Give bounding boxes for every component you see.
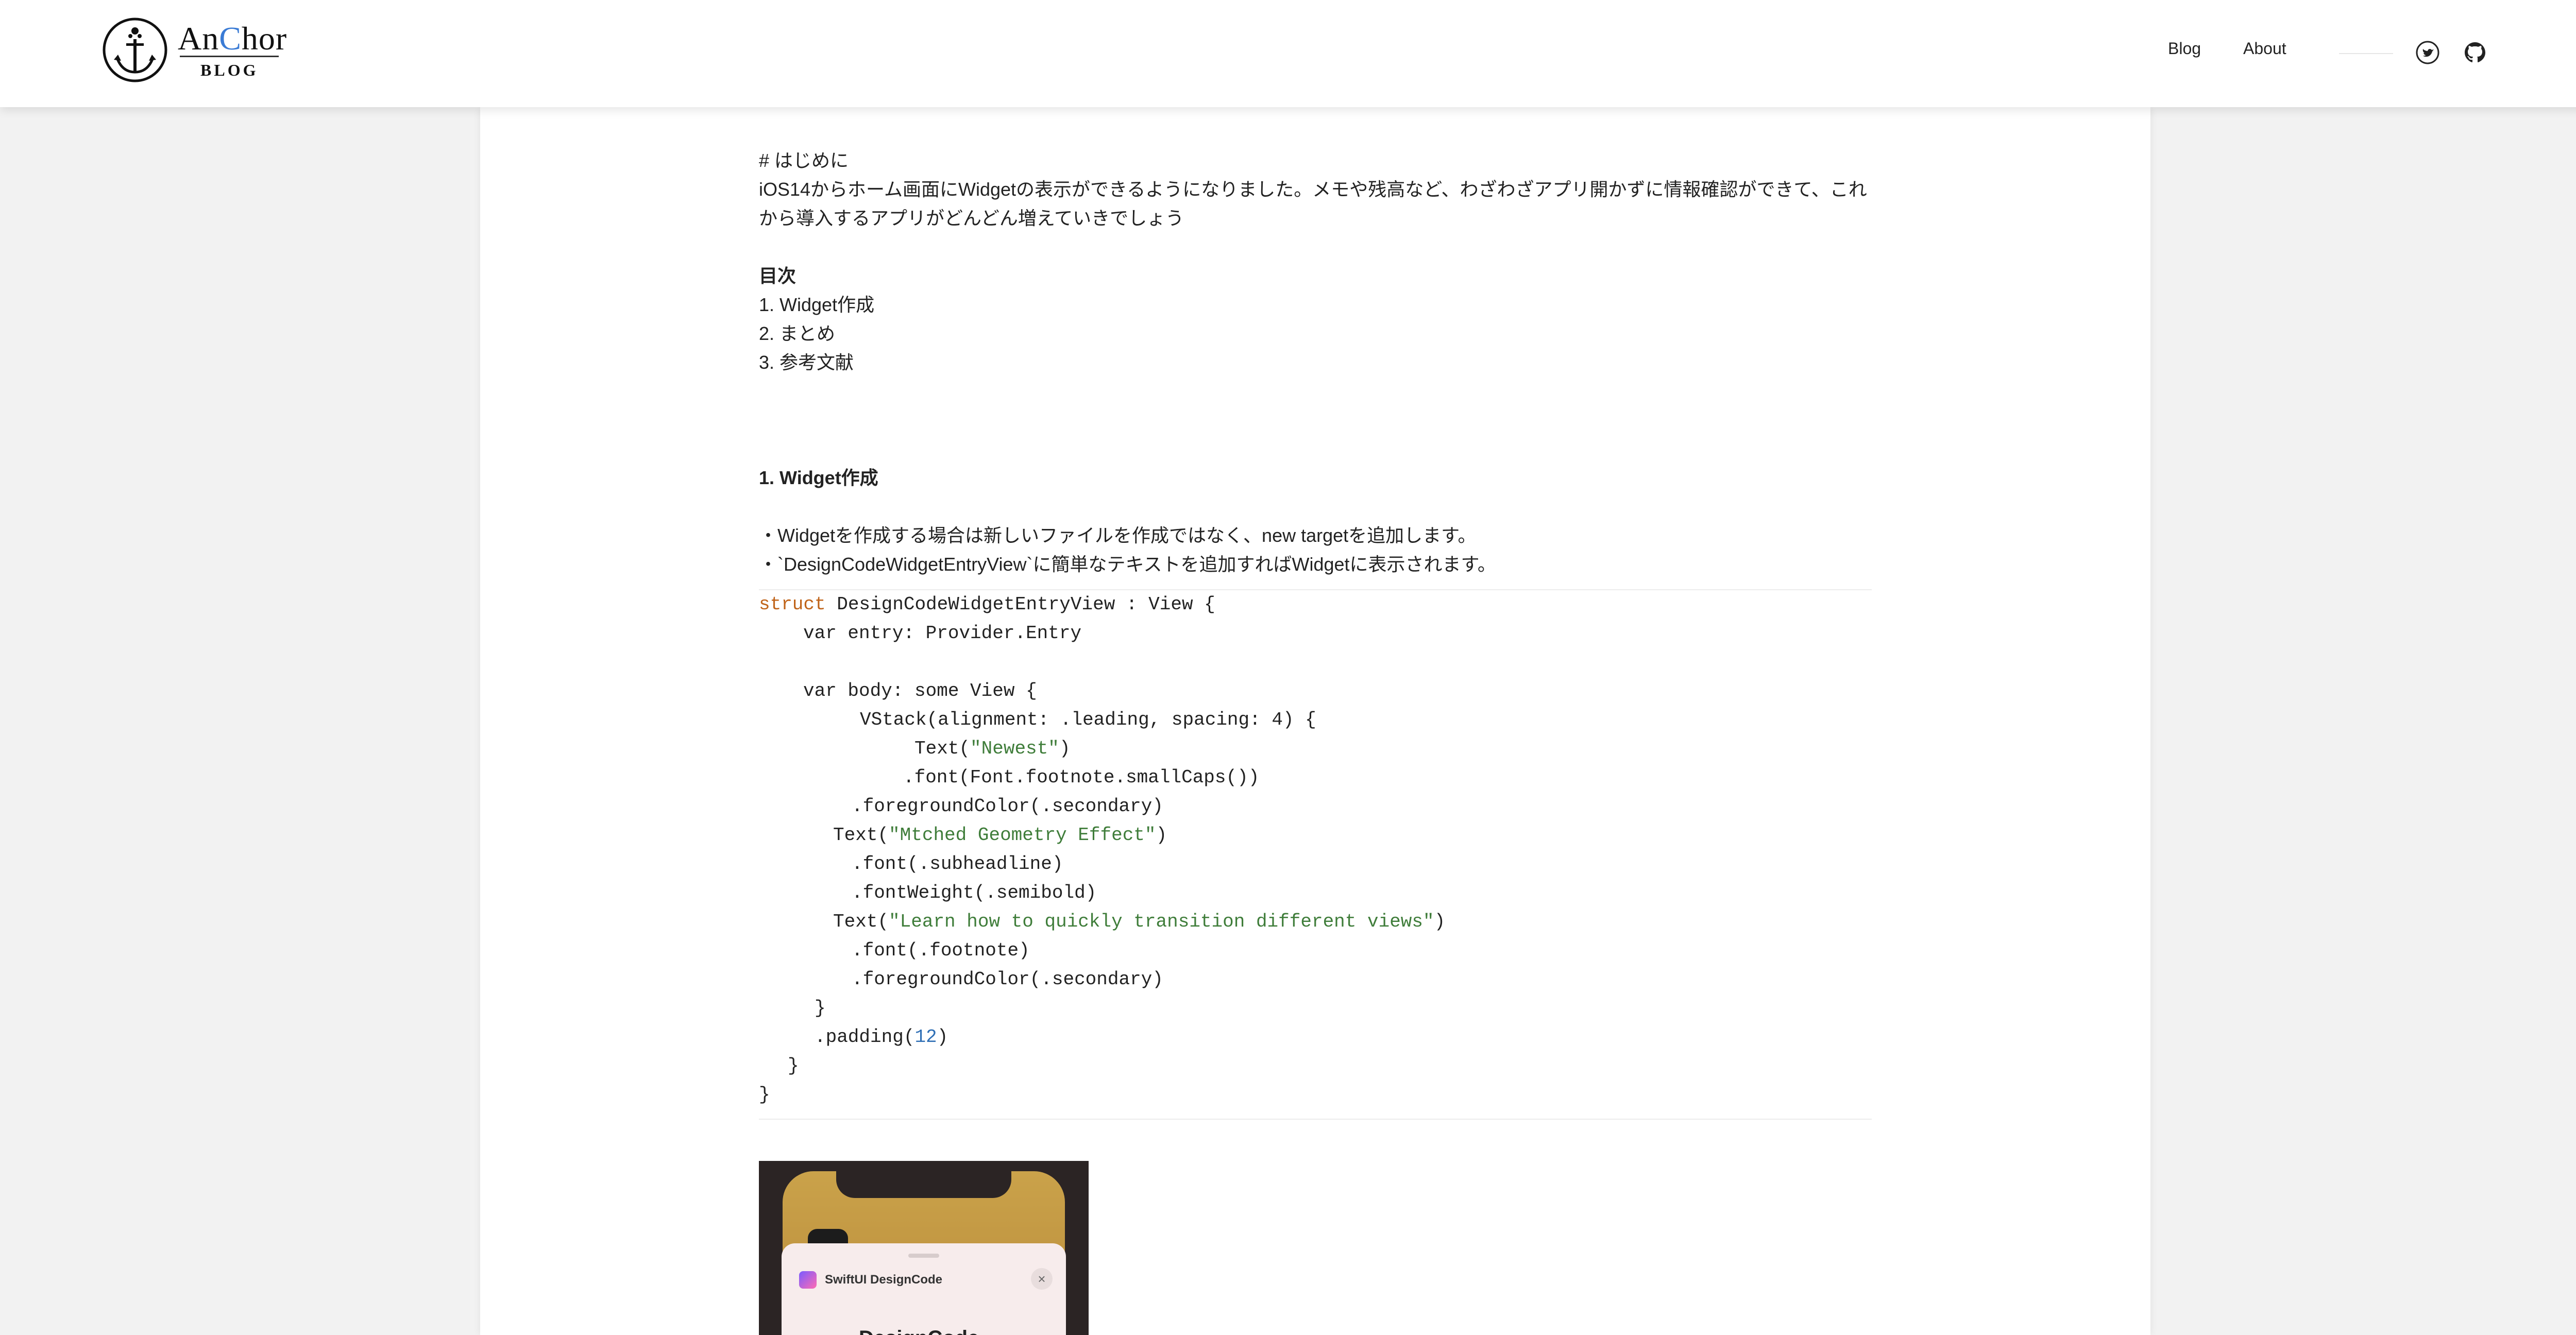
- code-line: VStack(alignment: .leading, spacing: 4) …: [860, 709, 1316, 730]
- intro-text-line1: iOS14からホーム画面にWidgetの表示ができるようになりました。メモや残高…: [759, 179, 1867, 200]
- code-block: struct DesignCodeWidgetEntryView : View …: [759, 589, 1872, 1120]
- code-line: }: [815, 998, 826, 1019]
- toc-item: 3. 参考文献: [759, 352, 854, 373]
- code-line: }: [759, 1084, 770, 1105]
- code-line: var entry: Provider.Entry: [803, 623, 1082, 644]
- sheet-title: SwiftUI DesignCode: [825, 1273, 943, 1287]
- bullet-item: ・Widgetを作成する場合は新しいファイルを作成ではなく、new target…: [759, 525, 1477, 546]
- bullet-item: ・`DesignCodeWidgetEntryView`に簡単なテキストを追加す…: [759, 554, 1496, 575]
- widget-screenshot-image: SwiftUI DesignCode × DesignCode: [759, 1161, 1089, 1335]
- code-line: .foregroundColor(.secondary): [852, 796, 1163, 817]
- nav-blog-link[interactable]: Blog: [2168, 39, 2201, 58]
- code-line: Text("Mtched Geometry Effect"): [833, 825, 1167, 846]
- code-line: struct DesignCodeWidgetEntryView : View …: [759, 594, 1215, 615]
- toc-item: 1. Widget作成: [759, 294, 875, 315]
- code-line: .foregroundColor(.secondary): [852, 969, 1163, 990]
- logo-subtitle: BLOG: [200, 61, 259, 79]
- code-line: .font(Font.footnote.smallCaps()): [903, 767, 1260, 788]
- logo-wordmark: AnChor: [178, 20, 287, 57]
- logo-divider: [180, 56, 279, 57]
- intro-heading: # はじめに: [759, 150, 849, 171]
- code-line: .font(.footnote): [852, 940, 1030, 961]
- code-line: .padding(12): [815, 1026, 948, 1048]
- close-icon: ×: [1031, 1268, 1053, 1290]
- code-line: Text("Newest"): [914, 738, 1071, 759]
- code-line: var body: some View {: [803, 680, 1037, 701]
- sheet-heading: DesignCode: [859, 1326, 979, 1335]
- sheet-handle: [908, 1254, 939, 1258]
- intro-text-line2: から導入するアプリがどんどん増えていきでしょう: [759, 208, 1184, 229]
- swiftui-app-icon: [799, 1271, 817, 1289]
- article-body: # はじめに iOS14からホーム画面にWidgetの表示ができるようになりまし…: [759, 146, 1872, 1120]
- code-line: Text("Learn how to quickly transition di…: [833, 911, 1446, 932]
- site-header: AnChor BLOG Blog About: [0, 0, 2576, 107]
- toc-item: 2. まとめ: [759, 323, 836, 344]
- toc-title: 目次: [759, 265, 796, 286]
- github-icon[interactable]: [2463, 40, 2487, 65]
- code-line: .font(.subheadline): [852, 853, 1063, 875]
- anchor-icon: [103, 18, 167, 82]
- nav-about-link[interactable]: About: [2243, 39, 2286, 58]
- nav-divider: [2339, 53, 2393, 54]
- site-logo[interactable]: AnChor BLOG: [101, 16, 287, 83]
- section-heading: 1. Widget作成: [759, 467, 878, 488]
- code-line: .fontWeight(.semibold): [852, 882, 1097, 903]
- widget-sheet: SwiftUI DesignCode × DesignCode: [782, 1243, 1066, 1335]
- code-line: }: [788, 1055, 799, 1076]
- phone-notch: [836, 1171, 1011, 1198]
- twitter-icon[interactable]: [2415, 40, 2440, 65]
